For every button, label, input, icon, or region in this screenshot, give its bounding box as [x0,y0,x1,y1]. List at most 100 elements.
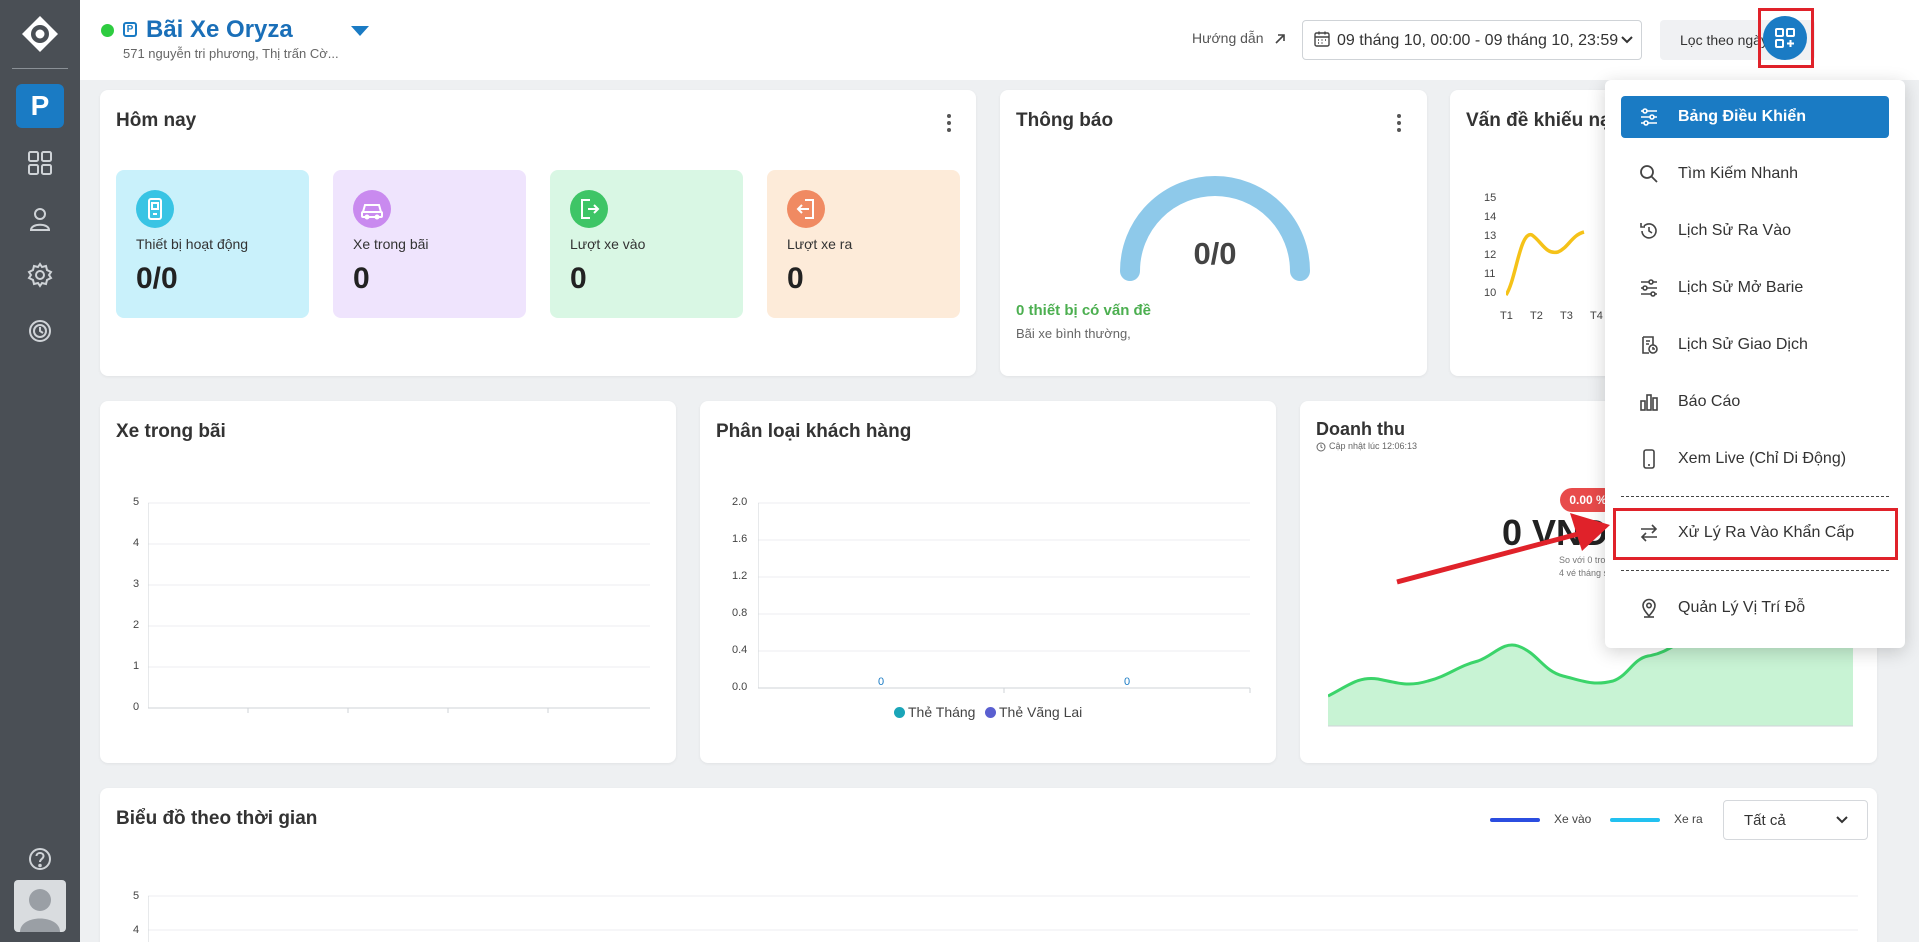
legend-monthly-card[interactable]: Thẻ Tháng [894,704,975,720]
y-tick: 4 [133,537,140,549]
bar-label: 0 [878,676,885,688]
menu-item-entry-history[interactable]: Lịch Sử Ra Vào [1621,210,1889,252]
menu-item-label: Xem Live (Chỉ Di Động) [1678,450,1847,467]
date-range-picker[interactable]: 09 tháng 10, 00:00 - 09 tháng 10, 23:59 [1302,20,1642,60]
stat-value: 0/0 [136,262,178,295]
stat-active-devices: Thiết bị hoạt động 0/0 [116,170,309,318]
menu-item-label: Quản Lý Vị Trí Đỗ [1678,599,1806,616]
x-tick: T1 [1500,310,1513,322]
app-logo-icon[interactable] [20,14,60,54]
notifications-more-icon[interactable] [1396,114,1402,134]
receipt-icon [1642,336,1658,354]
menu-divider [1621,570,1889,571]
time-chart-select[interactable]: Tất cả [1723,800,1868,840]
today-title: Hôm nay [116,110,197,131]
menu-item-transaction-history[interactable]: Lịch Sử Giao Dịch [1621,324,1889,366]
exit-icon [787,190,825,228]
menu-item-label: Bảng Điều Khiển [1678,108,1807,125]
date-range-value: 09 tháng 10, 00:00 - 09 tháng 10, 23:59 [1337,32,1619,49]
help-icon[interactable] [26,845,54,873]
y-tick: 0 [133,701,140,713]
menu-item-label: Lịch Sử Mở Barie [1678,279,1804,296]
lot-dropdown-caret-icon[interactable] [351,26,369,36]
sidebar-item-parking[interactable]: P [16,84,64,128]
search-icon [1640,165,1658,183]
legend-line-in [1490,818,1540,822]
time-chart-card: Biểu đồ theo thời gian Xe vào Xe ra 5 4 [100,788,1877,942]
menu-item-barrier-history[interactable]: Lịch Sử Mở Barie [1621,267,1889,309]
today-card: Hôm nay Thiết bị hoạt động 0/0 Xe trong … [100,90,976,376]
vehicles-in-lot-card: Xe trong bãi 5 4 3 2 1 0 [100,401,676,763]
x-tick: T2 [1530,310,1543,322]
history-icon [1640,223,1657,239]
time-chart-select-value: Tất cả [1744,812,1786,829]
menu-item-live-view[interactable]: Xem Live (Chỉ Di Động) [1621,438,1889,480]
grid-icon[interactable] [26,149,54,177]
annotation-arrow [1396,513,1610,585]
emergency-item-highlight [1613,508,1898,560]
legend-walk-in-card[interactable]: Thẻ Vãng Lai [985,704,1082,720]
menu-item-reports[interactable]: Báo Cáo [1621,381,1889,423]
menu-item-quick-search[interactable]: Tìm Kiếm Nhanh [1621,153,1889,195]
time-chart-grid [148,895,1858,942]
complaints-title: Vấn đề khiếu nạ [1466,110,1611,131]
guide-link[interactable]: Hướng dẫn [1192,30,1263,46]
legend-label: Thẻ Vãng Lai [999,704,1083,720]
location-pin-icon [1642,598,1656,618]
barrier-icon [1641,279,1657,297]
menu-item-label: Lịch Sử Giao Dịch [1678,336,1808,353]
stat-exits: Lượt xe ra 0 [767,170,960,318]
y-tick: 11 [1484,268,1496,280]
y-tick: 0.4 [732,644,748,656]
time-chart-title: Biểu đồ theo thời gian [116,808,318,829]
clock-history-icon[interactable] [26,317,54,345]
avatar[interactable] [14,880,66,932]
bar-label: 0 [1124,676,1131,688]
parking-lot-name[interactable]: Bãi Xe Oryza [146,16,293,44]
user-icon[interactable] [26,205,54,233]
y-tick: 3 [133,578,140,590]
y-tick: 10 [1484,287,1497,299]
external-arrow-icon[interactable] [1273,32,1287,46]
stat-vehicles-in-lot: Xe trong bãi 0 [333,170,526,318]
stat-label: Lượt xe ra [787,236,853,252]
legend-vehicle-out[interactable]: Xe ra [1674,812,1703,826]
mobile-icon [1643,449,1655,469]
stat-label: Thiết bị hoạt động [136,236,249,252]
vehicles-in-lot-chart-grid [148,502,650,713]
parking-lot-address: 571 nguyễn tri phương, Thị trấn Cờ... [123,46,339,61]
chevron-down-icon [1621,36,1633,44]
complaints-line-chart [1506,230,1585,296]
y-tick: 1.2 [732,570,748,582]
y-tick: 0.8 [732,607,748,619]
today-more-icon[interactable] [946,114,952,134]
legend-label: Thẻ Tháng [908,704,976,720]
stat-value: 0 [787,262,804,295]
entry-icon [570,190,608,228]
y-tick: 5 [133,496,140,508]
menu-item-parking-spots[interactable]: Quản Lý Vị Trí Đỗ [1621,587,1889,629]
y-tick: 13 [1484,230,1497,242]
parking-badge-icon: P [123,22,137,37]
sidebar-divider [12,68,68,69]
apps-menu-button[interactable] [1763,16,1807,60]
calendar-icon [1314,31,1330,47]
gear-icon[interactable] [26,261,54,289]
stat-value: 0 [353,262,370,295]
customer-types-chart-grid [758,502,1251,693]
menu-divider [1621,496,1889,497]
apps-dropdown-menu: Bảng Điều Khiển Tìm Kiếm Nhanh Lịch Sử R… [1605,80,1905,648]
menu-item-label: Báo Cáo [1678,393,1741,410]
y-tick: 5 [133,890,140,902]
sliders-icon [1641,108,1657,126]
y-tick: 1.6 [732,533,748,545]
y-tick: 4 [133,924,140,936]
y-tick: 2 [133,619,140,631]
avatar-silhouette-icon [20,889,60,932]
gauge-value: 0/0 [1193,236,1237,271]
car-icon [353,190,391,228]
notifications-card: Thông báo 0/0 0 thiết bị có vấn đề Bãi x… [1000,90,1427,376]
vehicles-in-lot-title: Xe trong bãi [116,421,226,442]
legend-vehicle-in[interactable]: Xe vào [1554,812,1591,826]
menu-item-dashboard[interactable]: Bảng Điều Khiển [1621,96,1889,138]
